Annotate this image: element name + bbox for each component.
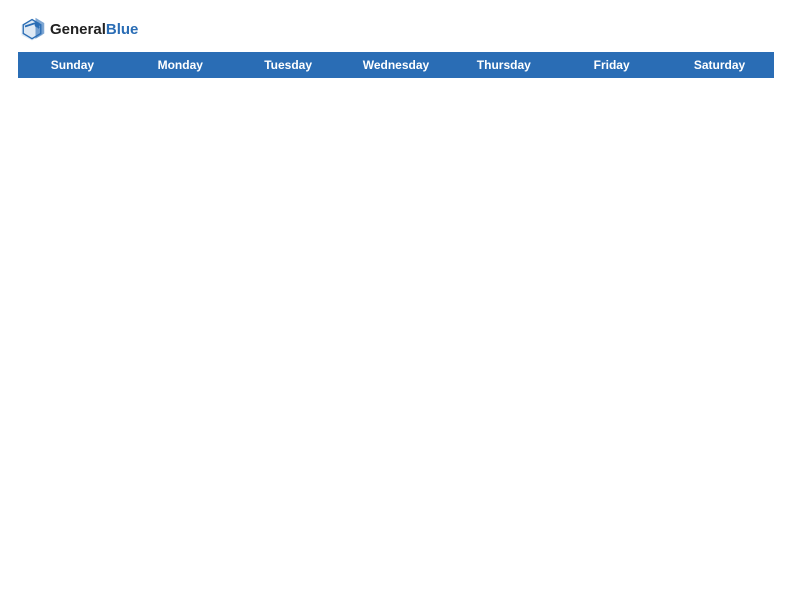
weekday-header: Thursday	[450, 53, 558, 78]
header: GeneralBlue	[18, 16, 774, 44]
weekday-header: Friday	[558, 53, 666, 78]
weekday-header: Wednesday	[342, 53, 450, 78]
calendar-page: GeneralBlue SundayMondayTuesdayWednesday…	[0, 0, 792, 612]
weekday-header: Saturday	[666, 53, 774, 78]
calendar-table: SundayMondayTuesdayWednesdayThursdayFrid…	[18, 52, 774, 78]
weekday-header: Tuesday	[234, 53, 342, 78]
weekday-header: Sunday	[19, 53, 127, 78]
logo-text: GeneralBlue	[50, 22, 138, 39]
header-row: SundayMondayTuesdayWednesdayThursdayFrid…	[19, 53, 774, 78]
logo-icon	[18, 16, 46, 44]
weekday-header: Monday	[126, 53, 234, 78]
logo: GeneralBlue	[18, 16, 138, 44]
